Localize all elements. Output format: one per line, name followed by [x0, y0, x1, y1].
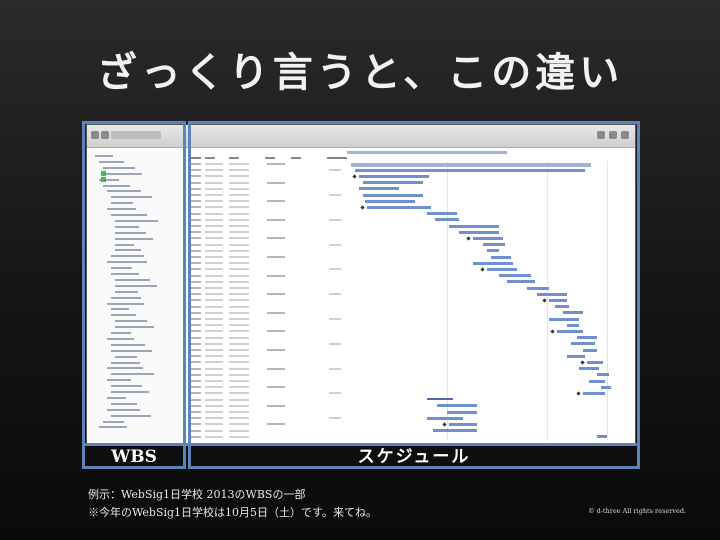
- schedule-highlight-frame: [188, 121, 640, 469]
- wbs-highlight-frame: [82, 121, 186, 469]
- slide: ざっくり言うと、この違い WBS スケジュール 例示：WebSig1日学校 20…: [0, 0, 720, 540]
- copyright: © d-three All rights reserved.: [588, 507, 687, 515]
- caption-note: ※今年のWebSig1日学校は10月5日（土）です。来てね。: [88, 506, 377, 519]
- slide-title: ざっくり言うと、この違い: [96, 49, 624, 96]
- wbs-label: WBS: [111, 447, 157, 467]
- schedule-label: スケジュール: [357, 447, 471, 467]
- caption-example: 例示：WebSig1日学校 2013のWBSの一部: [88, 488, 306, 501]
